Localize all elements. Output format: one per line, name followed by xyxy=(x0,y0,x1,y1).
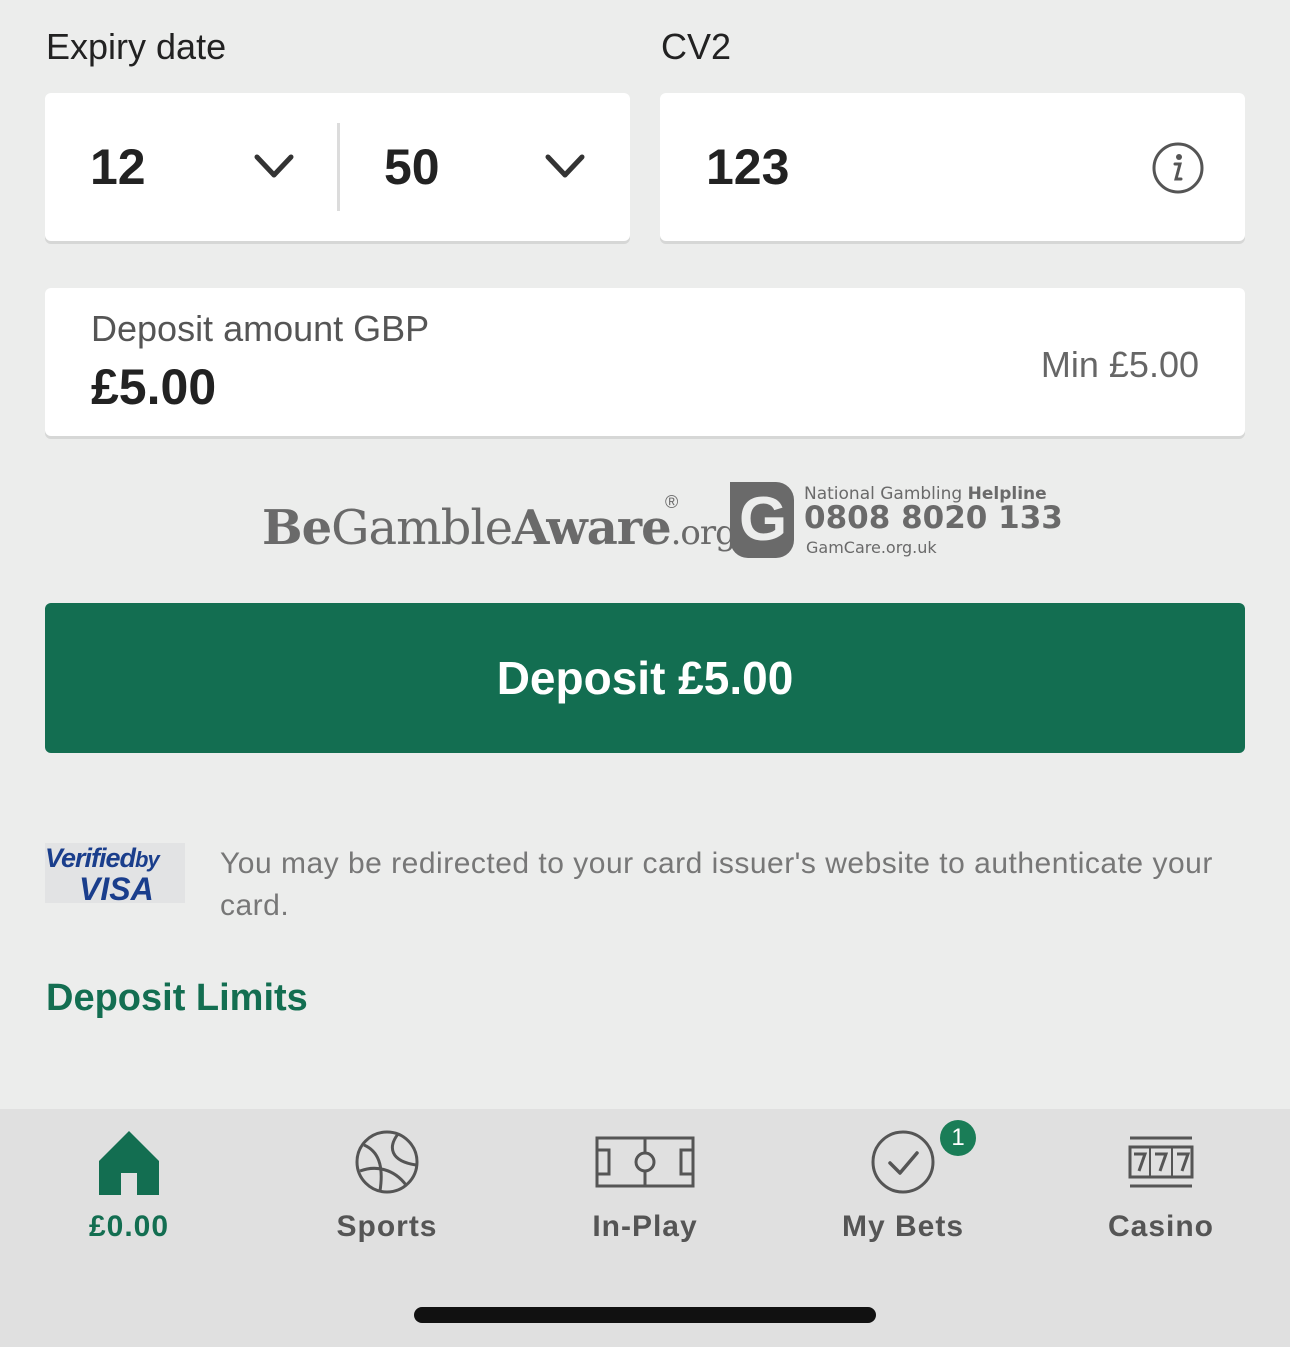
redirect-note: You may be redirected to your card issue… xyxy=(220,847,1213,922)
deposit-amount-value: £5.00 xyxy=(91,359,217,415)
vbv-line2: VISA xyxy=(79,871,154,907)
expiry-date-label: Expiry date xyxy=(46,26,227,67)
cv2-value: 123 xyxy=(706,139,790,195)
begambleaware-org: .org xyxy=(670,513,737,553)
begambleaware-aware: Aware xyxy=(512,500,672,556)
expiry-month-value: 12 xyxy=(90,139,146,195)
expiry-year-select[interactable]: 50 xyxy=(341,93,630,241)
expiry-month-select[interactable]: 12 xyxy=(45,93,337,241)
pitch-icon xyxy=(595,1136,695,1188)
begambleaware-gamble: Gamble xyxy=(331,500,513,556)
gamcare-logo-letter: G xyxy=(739,485,788,554)
tab-sports[interactable]: Sports xyxy=(258,1109,516,1269)
deposit-limits-link[interactable]: Deposit Limits xyxy=(46,977,308,1020)
tab-my-bets-label: My Bets xyxy=(841,1210,965,1243)
deposit-amount-input[interactable]: Deposit amount GBP £5.00 Min £5.00 xyxy=(45,288,1245,436)
gamcare-logo-icon[interactable]: G xyxy=(730,482,794,558)
vbv-line1: Verifiedby xyxy=(45,843,160,873)
tab-in-play[interactable]: In-Play xyxy=(516,1109,774,1269)
tab-casino-label: Casino xyxy=(1107,1210,1215,1243)
expiry-year-value: 50 xyxy=(384,139,440,195)
info-icon[interactable] xyxy=(1151,141,1205,195)
begambleaware-be: Be xyxy=(262,500,332,556)
my-bets-count-badge: 1 xyxy=(940,1120,976,1156)
check-circle-icon xyxy=(871,1130,935,1194)
deposit-button[interactable]: Deposit £5.00 xyxy=(45,603,1245,753)
tab-balance-label: £0.00 xyxy=(88,1210,170,1243)
cv2-input[interactable]: 123 xyxy=(660,93,1245,241)
verified-by-visa-logo: Verifiedby VISA xyxy=(45,843,185,907)
deposit-amount-label: Deposit amount GBP xyxy=(91,308,430,349)
tab-balance[interactable]: £0.00 xyxy=(0,1109,258,1269)
gamcare-site[interactable]: GamCare.org.uk xyxy=(806,538,937,557)
tab-casino[interactable]: Casino xyxy=(1032,1109,1290,1269)
select-divider xyxy=(337,123,340,211)
tab-sports-label: Sports xyxy=(336,1210,438,1243)
slot-machine-icon xyxy=(1128,1136,1194,1188)
registered-mark: ® xyxy=(665,492,679,512)
chevron-down-icon xyxy=(545,154,585,178)
tab-in-play-label: In-Play xyxy=(592,1210,698,1243)
football-icon xyxy=(355,1130,419,1194)
cv2-label: CV2 xyxy=(661,26,732,67)
chevron-down-icon xyxy=(254,154,294,178)
tab-my-bets[interactable]: My Bets xyxy=(774,1109,1032,1269)
expiry-date-field: 12 50 xyxy=(45,93,630,241)
helpline-phone[interactable]: 0808 8020 133 xyxy=(804,500,1063,536)
home-indicator[interactable] xyxy=(414,1307,876,1323)
deposit-min-note: Min £5.00 xyxy=(1040,344,1199,385)
home-icon xyxy=(99,1131,159,1195)
